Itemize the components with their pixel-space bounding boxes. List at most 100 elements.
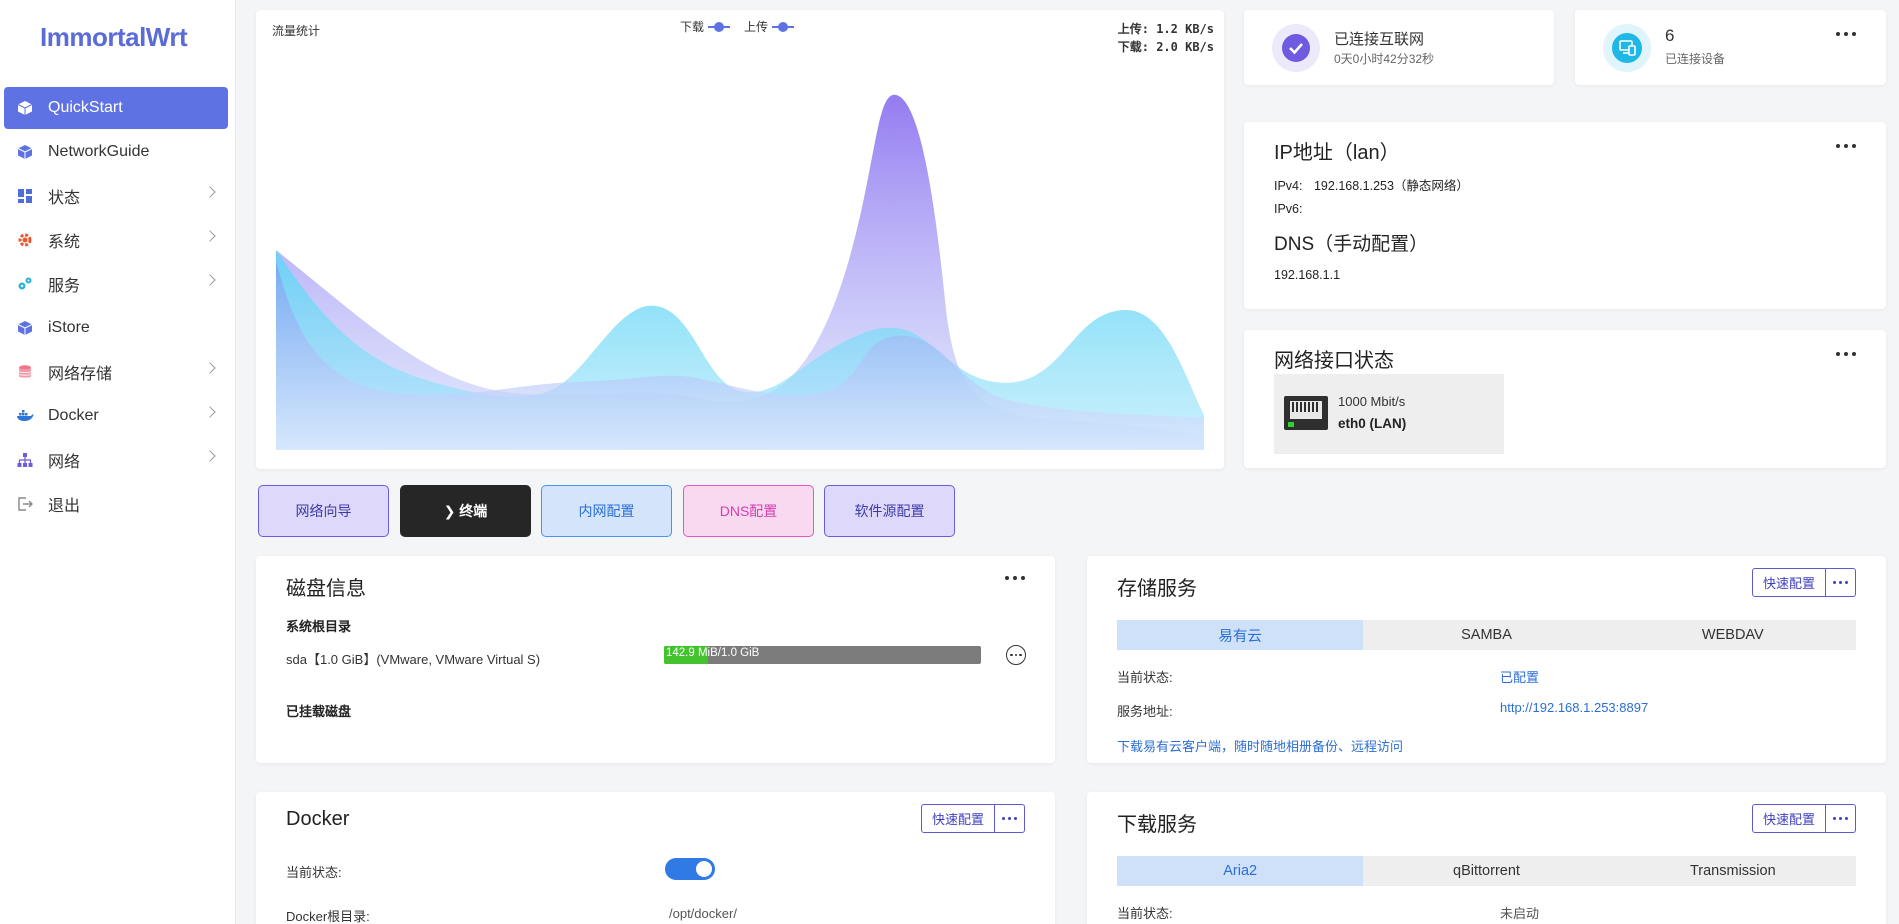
iface-title: 网络接口状态 — [1274, 350, 1394, 372]
tab-webdav[interactable]: WEBDAV — [1610, 620, 1856, 650]
sidebar-item-istore[interactable]: iStore — [4, 307, 228, 349]
sidebar-item-label: 状态 — [48, 190, 81, 207]
storage-quick-config-button[interactable]: 快速配置 — [1751, 568, 1826, 597]
interface-status-card: 网络接口状态 1000 Mbit/s eth0 (LAN) — [1244, 330, 1886, 468]
download-actions: 快速配置 — [1751, 804, 1856, 833]
gear-icon — [16, 231, 34, 249]
storage-client-download-link[interactable]: 下载易有云客户端，随时随地相册备份、远程访问 — [1117, 736, 1403, 755]
interface-eth0[interactable]: 1000 Mbit/s eth0 (LAN) — [1274, 374, 1504, 454]
docker-icon — [16, 407, 34, 425]
sidebar: ImmortalWrt QuickStart NetworkGuide 状态 系… — [0, 0, 236, 924]
sidebar-item-label: 网络存储 — [48, 366, 113, 383]
device-count-label: 已连接设备 — [1665, 52, 1726, 66]
tab-yiyouyun[interactable]: 易有云 — [1117, 620, 1364, 650]
sidebar-item-label: QuickStart — [48, 99, 123, 116]
storage-status-value: 已配置 — [1500, 670, 1540, 685]
disk-usage-text: 142.9 MiB/1.0 GiB — [666, 647, 760, 659]
ip-info-card: IP地址（lan） IPv4: 192.168.1.253（静态网络） IPv6… — [1244, 122, 1886, 309]
storage-title: 存储服务 — [1117, 578, 1197, 600]
storage-tabs: 易有云 SAMBA WEBDAV — [1117, 620, 1856, 650]
devices-icon — [1603, 24, 1651, 72]
ipv4-value: 192.168.1.253（静态网络） — [1313, 179, 1469, 193]
sidebar-item-services[interactable]: 服务 — [4, 263, 228, 305]
download-status-label: 当前状态: — [1117, 906, 1173, 921]
sidebar-item-network[interactable]: 网络 — [4, 439, 228, 481]
download-service-card: 下载服务 快速配置 Aria2 qBittorrent Transmission… — [1087, 792, 1886, 924]
sidebar-item-storage[interactable]: 网络存储 — [4, 351, 228, 393]
chevron-right-icon — [204, 230, 216, 242]
traffic-chart — [276, 94, 1204, 451]
more-icon[interactable] — [1836, 32, 1856, 38]
tab-samba[interactable]: SAMBA — [1363, 620, 1609, 650]
docker-root-value: /opt/docker/ — [669, 906, 737, 921]
device-count: 6 — [1665, 26, 1675, 45]
sidebar-item-quickstart[interactable]: QuickStart — [4, 87, 228, 129]
traffic-chart-card: 流量统计 下载 上传 上传: 1.2 KB/s 下载: 2.0 KB/s — [256, 10, 1224, 469]
internet-status-text: 已连接互联网 — [1334, 31, 1425, 48]
dns-config-button[interactable]: DNS配置 — [683, 485, 814, 537]
ip-title: IP地址（lan） — [1274, 142, 1400, 164]
cube-icon — [16, 319, 34, 337]
sidebar-item-label: iStore — [48, 319, 90, 336]
sidebar-item-docker[interactable]: Docker — [4, 395, 228, 437]
mounted-disk-label: 已挂载磁盘 — [286, 704, 352, 719]
download-status-value: 未启动 — [1500, 906, 1540, 921]
root-dir-label: 系统根目录 — [286, 619, 352, 634]
docker-root-label: Docker根目录: — [286, 909, 370, 924]
docker-card: Docker 快速配置 当前状态: Docker根目录: /opt/docker… — [256, 792, 1055, 924]
download-title: 下载服务 — [1117, 814, 1197, 836]
software-source-button[interactable]: 软件源配置 — [824, 485, 955, 537]
sidebar-item-logout[interactable]: 退出 — [4, 483, 228, 525]
disk-usage-bar: 142.9 MiB/1.0 GiB — [664, 646, 981, 664]
disk-more-icon[interactable] — [1006, 645, 1026, 665]
iface-name: eth0 (LAN) — [1338, 416, 1407, 431]
storage-more-button[interactable] — [1826, 568, 1856, 597]
disk-title: 磁盘信息 — [286, 578, 366, 600]
app-logo[interactable]: ImmortalWrt — [40, 22, 188, 53]
disk-info-card: 磁盘信息 系统根目录 sda【1.0 GiB】(VMware, VMware V… — [256, 556, 1055, 763]
docker-title: Docker — [286, 808, 350, 830]
iface-speed: 1000 Mbit/s — [1338, 394, 1406, 409]
ipv6-label: IPv6: — [1274, 202, 1303, 216]
dns-title: DNS（手动配置） — [1274, 234, 1429, 255]
toggle-knob — [696, 861, 712, 877]
terminal-button[interactable]: ❯ 终端 — [400, 485, 531, 537]
sidebar-item-label: Docker — [48, 407, 99, 424]
chevron-right-icon — [204, 186, 216, 198]
ipv4-label: IPv4: — [1274, 179, 1303, 193]
chevron-right-icon — [204, 362, 216, 374]
more-icon[interactable] — [1836, 352, 1856, 358]
sidebar-item-status[interactable]: 状态 — [4, 175, 228, 217]
sidebar-item-label: 服务 — [48, 278, 81, 295]
tab-aria2[interactable]: Aria2 — [1117, 856, 1364, 886]
docker-more-button[interactable] — [995, 804, 1025, 833]
chevron-right-icon — [204, 406, 216, 418]
chevron-right-icon — [204, 450, 216, 462]
sidebar-item-label: 网络 — [48, 454, 81, 471]
sidebar-item-label: 退出 — [48, 498, 81, 515]
chevron-right-icon — [204, 274, 216, 286]
internet-status-card: 已连接互联网 0天0小时42分32秒 — [1244, 10, 1554, 85]
sidebar-item-networkguide[interactable]: NetworkGuide — [4, 131, 228, 173]
cube-icon — [16, 99, 34, 117]
download-quick-config-button[interactable]: 快速配置 — [1751, 804, 1826, 833]
docker-quick-config-button[interactable]: 快速配置 — [920, 804, 995, 833]
storage-actions: 快速配置 — [1751, 568, 1856, 597]
lan-config-button[interactable]: 内网配置 — [541, 485, 672, 537]
docker-toggle[interactable] — [665, 858, 715, 880]
sidebar-nav: QuickStart NetworkGuide 状态 系统 服务 iStore … — [4, 87, 228, 527]
dashboard-icon — [16, 187, 34, 205]
download-more-button[interactable] — [1826, 804, 1856, 833]
storage-addr-link[interactable]: http://192.168.1.253:8897 — [1500, 700, 1648, 715]
docker-status-label: 当前状态: — [286, 865, 342, 880]
check-circle-icon — [1272, 24, 1320, 72]
storage-status-label: 当前状态: — [1117, 670, 1173, 685]
tab-qbittorrent[interactable]: qBittorrent — [1363, 856, 1609, 886]
sitemap-icon — [16, 451, 34, 469]
more-icon[interactable] — [1005, 576, 1025, 582]
more-icon[interactable] — [1836, 144, 1856, 150]
sidebar-item-system[interactable]: 系统 — [4, 219, 228, 261]
tab-transmission[interactable]: Transmission — [1610, 856, 1856, 886]
gears-icon — [16, 275, 34, 293]
network-wizard-button[interactable]: 网络向导 — [258, 485, 389, 537]
